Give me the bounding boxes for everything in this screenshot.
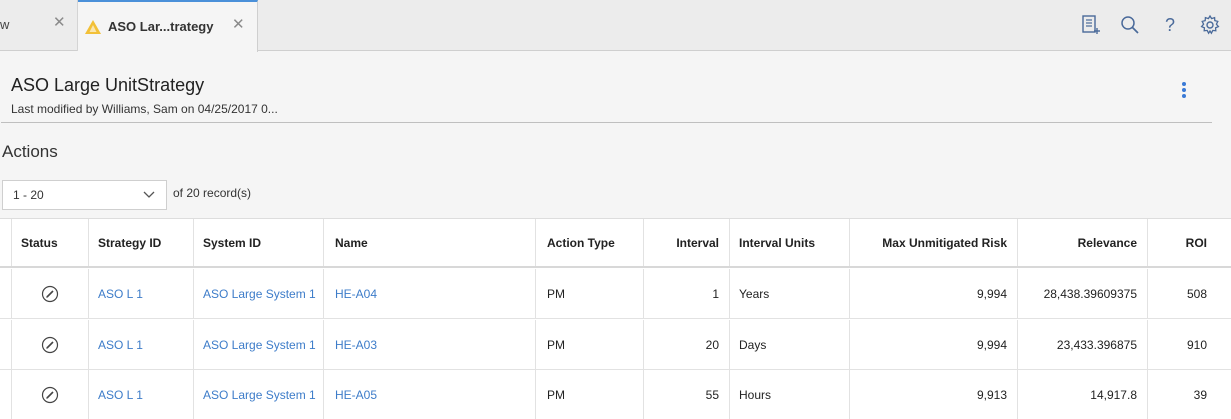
roi-cell: 39	[1147, 370, 1217, 419]
interval-units-cell: Hours	[729, 370, 849, 419]
column-header-status[interactable]: Status	[11, 219, 88, 266]
relevance-cell: 23,433.396875	[1017, 320, 1147, 369]
strategy-id-link[interactable]: ASO L 1	[98, 287, 143, 301]
warning-icon	[85, 20, 101, 34]
roi-cell: 508	[1147, 269, 1217, 318]
tab-active[interactable]: ASO Lar...trategy ✕	[78, 0, 258, 52]
edit-icon[interactable]	[41, 285, 59, 303]
interval-units-cell: Days	[729, 320, 849, 369]
column-header-roi[interactable]: ROI	[1147, 219, 1217, 266]
add-record-icon[interactable]	[1080, 14, 1102, 36]
actions-table: Status Strategy ID System ID Name Action…	[0, 218, 1231, 419]
max-risk-cell: 9,994	[849, 269, 1017, 318]
relevance-cell: 28,438.39609375	[1017, 269, 1147, 318]
table-row[interactable]: ASO L 1 ASO Large System 1 HE-A04 PM 1 Y…	[0, 269, 1231, 319]
status-cell[interactable]	[11, 320, 88, 369]
divider	[1, 122, 1212, 123]
section-title: Actions	[2, 142, 58, 161]
page-range-select[interactable]: 1 - 20	[2, 180, 167, 210]
interval-cell: 20	[643, 320, 729, 369]
tab-previous-label: w	[0, 17, 10, 32]
chevron-down-icon	[143, 191, 155, 198]
table-header-row: Status Strategy ID System ID Name Action…	[0, 219, 1231, 268]
action-type-cell: PM	[535, 320, 643, 369]
column-header-strategy-id[interactable]: Strategy ID	[88, 219, 193, 266]
close-icon[interactable]: ✕	[232, 16, 245, 34]
page-title: ASO Large UnitStrategy	[11, 75, 205, 95]
system-id-link[interactable]: ASO Large System 1	[203, 388, 316, 402]
name-link[interactable]: HE-A03	[335, 338, 377, 352]
name-link[interactable]: HE-A05	[335, 388, 377, 402]
roi-cell: 910	[1147, 320, 1217, 369]
settings-icon[interactable]	[1199, 14, 1221, 36]
table-row[interactable]: ASO L 1 ASO Large System 1 HE-A03 PM 20 …	[0, 320, 1231, 370]
interval-units-cell: Years	[729, 269, 849, 318]
svg-text:?: ?	[1165, 15, 1175, 35]
action-type-cell: PM	[535, 269, 643, 318]
relevance-cell: 14,917.8	[1017, 370, 1147, 419]
column-header-action-type[interactable]: Action Type	[535, 219, 643, 266]
column-header-max-unmitigated-risk[interactable]: Max Unmitigated Risk	[849, 219, 1017, 266]
edit-icon[interactable]	[41, 386, 59, 404]
system-id-link[interactable]: ASO Large System 1	[203, 287, 316, 301]
close-icon[interactable]: ✕	[53, 14, 66, 32]
max-risk-cell: 9,994	[849, 320, 1017, 369]
column-header-relevance[interactable]: Relevance	[1017, 219, 1147, 266]
name-link[interactable]: HE-A04	[335, 287, 377, 301]
column-header-interval-units[interactable]: Interval Units	[729, 219, 849, 266]
tab-bar: w ✕ ASO Lar...trategy ✕ ?	[0, 0, 1231, 52]
last-modified-text: Last modified by Williams, Sam on 04/25/…	[11, 102, 278, 116]
column-header-system-id[interactable]: System ID	[193, 219, 323, 266]
column-header-name[interactable]: Name	[323, 219, 535, 266]
system-id-link[interactable]: ASO Large System 1	[203, 338, 316, 352]
column-header-interval[interactable]: Interval	[643, 219, 729, 266]
tab-active-label: ASO Lar...trategy	[108, 19, 214, 34]
more-options-icon[interactable]	[1178, 82, 1190, 100]
action-type-cell: PM	[535, 370, 643, 419]
record-count: of 20 record(s)	[173, 186, 252, 200]
search-icon[interactable]	[1119, 14, 1141, 36]
edit-icon[interactable]	[41, 336, 59, 354]
page-range-value: 1 - 20	[13, 188, 44, 202]
interval-cell: 1	[643, 269, 729, 318]
status-cell[interactable]	[11, 370, 88, 419]
max-risk-cell: 9,913	[849, 370, 1017, 419]
strategy-id-link[interactable]: ASO L 1	[98, 388, 143, 402]
interval-cell: 55	[643, 370, 729, 419]
status-cell[interactable]	[11, 269, 88, 318]
strategy-id-link[interactable]: ASO L 1	[98, 338, 143, 352]
help-icon[interactable]: ?	[1159, 14, 1181, 36]
table-row[interactable]: ASO L 1 ASO Large System 1 HE-A05 PM 55 …	[0, 370, 1231, 419]
tab-previous[interactable]: w ✕	[0, 0, 78, 51]
